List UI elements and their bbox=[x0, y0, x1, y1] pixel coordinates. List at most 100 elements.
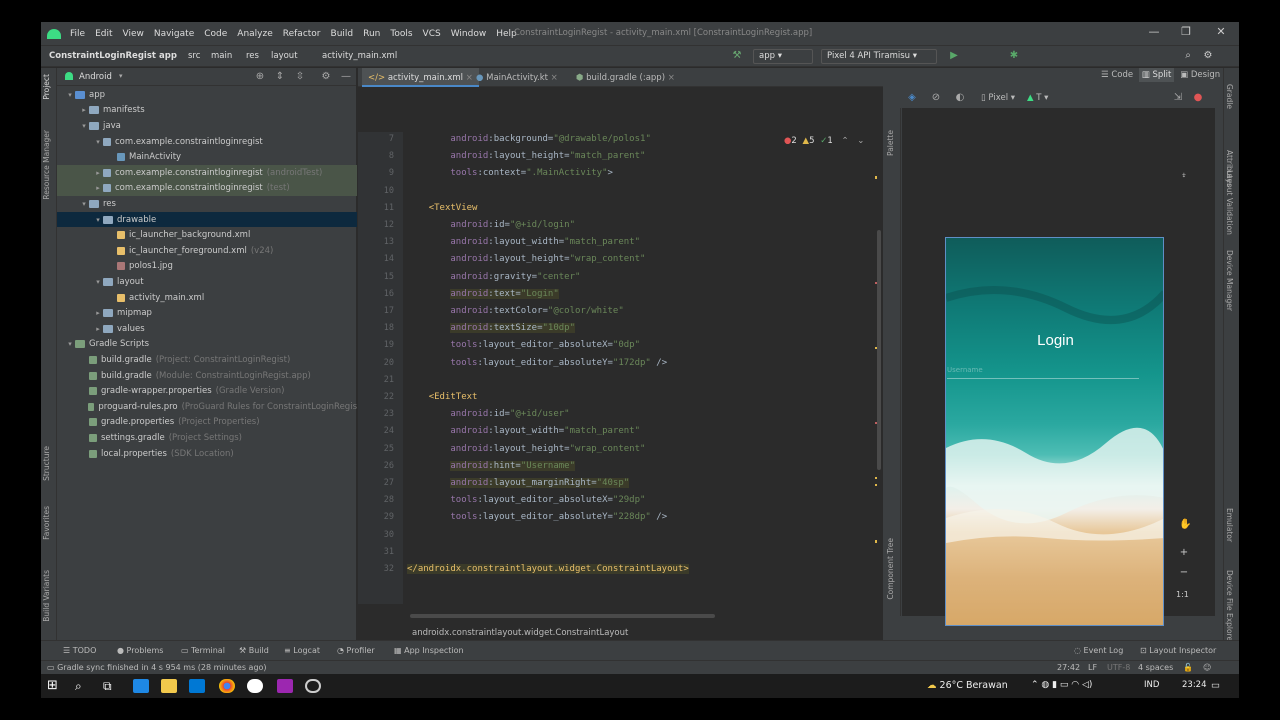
tab-build-gradle[interactable]: ⬢ build.gradle (:app) × bbox=[570, 68, 681, 87]
zoom-reset-label[interactable]: 1:1 bbox=[1176, 590, 1189, 599]
pan-hand-icon[interactable]: ✋ bbox=[1179, 520, 1191, 530]
code-line[interactable]: android:layout_height="wrap_content" bbox=[407, 444, 645, 454]
menu-window[interactable]: Window bbox=[446, 29, 492, 39]
language-indicator[interactable]: IND bbox=[1144, 680, 1159, 690]
android-studio-taskbar-icon[interactable] bbox=[305, 679, 321, 693]
device-selector[interactable]: ▯ Pixel ▾ bbox=[981, 93, 1015, 103]
zoom-out-icon[interactable]: − bbox=[1179, 568, 1189, 578]
breadcrumb-res[interactable]: res bbox=[246, 51, 259, 61]
build-variants-tool-tab[interactable]: Build Variants bbox=[42, 570, 51, 622]
collapse-all-icon[interactable]: ⇳ bbox=[295, 72, 305, 82]
line-separator[interactable]: LF bbox=[1088, 663, 1097, 672]
tree-item[interactable]: ▸ com.example.constraintloginregist (andro… bbox=[57, 165, 357, 181]
maximize-icon[interactable]: ❐ bbox=[1171, 25, 1201, 41]
code-line[interactable]: android:layout_height="match_parent" bbox=[407, 151, 645, 161]
event-log-tool[interactable]: ◌ Event Log bbox=[1074, 646, 1123, 655]
code-line[interactable]: <EditText bbox=[407, 392, 478, 402]
editor-scrollbar[interactable] bbox=[875, 132, 883, 604]
tab-close-icon[interactable]: × bbox=[551, 73, 558, 83]
code-area[interactable]: android:background="@drawable/polos1" an… bbox=[403, 132, 875, 604]
code-line[interactable]: tools:layout_editor_absoluteY="228dp" /> bbox=[407, 512, 667, 522]
breadcrumb-src[interactable]: src bbox=[188, 51, 200, 61]
lock-icon[interactable]: 🔓 bbox=[1183, 663, 1193, 672]
emulator-tool-tab[interactable]: Emulator bbox=[1225, 508, 1234, 542]
resource-manager-tool-tab[interactable]: Resource Manager bbox=[42, 130, 51, 200]
view-chevron-down-icon[interactable]: ▾ bbox=[119, 72, 123, 80]
code-line[interactable]: </androidx.constraintlayout.widget.Const… bbox=[407, 564, 689, 574]
tab-close-icon[interactable]: × bbox=[668, 73, 675, 83]
tree-item[interactable]: ▾ java bbox=[57, 118, 357, 134]
hammer-icon[interactable]: ⚒ bbox=[732, 51, 742, 61]
status-message[interactable]: ▭ Gradle sync finished in 4 s 954 ms (28… bbox=[47, 663, 267, 672]
collapsed-arrow-icon[interactable]: ▸ bbox=[93, 184, 103, 192]
collapsed-arrow-icon[interactable]: ▸ bbox=[79, 106, 89, 114]
tab-main-activity[interactable]: ● MainActivity.kt × bbox=[470, 68, 564, 87]
weather-widget[interactable]: ☁ 26°C Berawan bbox=[927, 680, 1008, 691]
code-line[interactable]: android:background="@drawable/polos1" bbox=[407, 134, 651, 144]
expanded-arrow-icon[interactable]: ▾ bbox=[79, 122, 89, 130]
tree-item[interactable]: build.gradle (Module: ConstraintLoginRegi… bbox=[57, 368, 357, 384]
code-line[interactable]: android:layout_width="match_parent" bbox=[407, 426, 640, 436]
device-manager-tool-tab[interactable]: Device Manager bbox=[1225, 250, 1234, 311]
code-line[interactable]: tools:layout_editor_absoluteX="29dp" bbox=[407, 495, 645, 505]
device-dropdown[interactable]: Pixel 4 API Tiramisu ▾ bbox=[821, 49, 937, 64]
menu-run[interactable]: Run bbox=[358, 29, 385, 39]
breadcrumb-layout[interactable]: layout bbox=[271, 51, 298, 61]
app-inspection-tool[interactable]: ▦ App Inspection bbox=[394, 646, 464, 655]
notification-icon[interactable]: ▭ bbox=[1211, 680, 1220, 691]
code-line[interactable]: android:layout_marginRight="40sp" bbox=[407, 478, 630, 488]
close-icon[interactable]: ✕ bbox=[1206, 25, 1236, 41]
code-line[interactable]: android:id="@+id/user" bbox=[407, 409, 569, 419]
hide-panel-icon[interactable]: — bbox=[341, 72, 351, 82]
caret-position[interactable]: 27:42 bbox=[1057, 663, 1080, 672]
tree-item[interactable]: proguard-rules.pro (ProGuard Rules for Co… bbox=[57, 399, 357, 415]
tree-item[interactable]: settings.gradle (Project Settings) bbox=[57, 430, 357, 446]
code-line[interactable]: android:layout_width="match_parent" bbox=[407, 237, 640, 247]
tree-item[interactable]: ▾ drawable bbox=[57, 211, 357, 228]
taskbar-search-icon[interactable]: ⌕ bbox=[75, 679, 91, 693]
collapsed-arrow-icon[interactable]: ▸ bbox=[93, 169, 103, 177]
menu-navigate[interactable]: Navigate bbox=[149, 29, 199, 39]
tree-item[interactable]: ▾ app bbox=[57, 87, 357, 103]
tree-item[interactable]: ▾ res bbox=[57, 196, 357, 212]
terminal-tool[interactable]: ▭ Terminal bbox=[181, 646, 225, 655]
select-pointer-icon[interactable]: ⍖ bbox=[1179, 171, 1189, 181]
menu-build[interactable]: Build bbox=[326, 29, 359, 39]
menu-refactor[interactable]: Refactor bbox=[278, 29, 326, 39]
tree-item[interactable]: gradle-wrapper.properties (Gradle Version… bbox=[57, 383, 357, 399]
structure-tool-tab[interactable]: Structure bbox=[42, 446, 51, 481]
component-tree-tab[interactable]: Component Tree bbox=[886, 538, 895, 600]
locate-icon[interactable]: ⊕ bbox=[255, 72, 265, 82]
layout-validation-tool-tab[interactable]: Layout Validation bbox=[1225, 170, 1234, 235]
menu-code[interactable]: Code bbox=[199, 29, 232, 39]
vscode-icon[interactable] bbox=[189, 679, 205, 693]
minimize-icon[interactable]: — bbox=[1139, 25, 1169, 41]
clock[interactable]: 23:24 bbox=[1182, 680, 1207, 690]
expanded-arrow-icon[interactable]: ▾ bbox=[93, 278, 103, 286]
design-mode-button[interactable]: ▣ Design bbox=[1177, 68, 1223, 82]
project-view-dropdown[interactable]: Android bbox=[79, 72, 112, 82]
tree-item[interactable]: gradle.properties (Project Properties) bbox=[57, 415, 357, 431]
expanded-arrow-icon[interactable]: ▾ bbox=[93, 138, 103, 146]
menu-file[interactable]: File bbox=[65, 29, 90, 39]
tree-item[interactable]: activity_main.xml bbox=[57, 290, 357, 306]
obs-icon[interactable] bbox=[247, 679, 263, 693]
project-tool-tab[interactable]: Project bbox=[42, 74, 51, 100]
breadcrumb-file[interactable]: activity_main.xml bbox=[322, 51, 397, 61]
code-line[interactable]: android:textSize="10dp" bbox=[407, 323, 575, 334]
blueprint-icon[interactable]: ⊘ bbox=[931, 93, 941, 103]
split-mode-button[interactable]: ▥ Split bbox=[1138, 68, 1175, 82]
profiler-tool[interactable]: ◔ Profiler bbox=[337, 646, 375, 655]
layers-icon[interactable]: ◈ bbox=[907, 93, 917, 103]
code-line[interactable]: android:textColor="@color/white" bbox=[407, 306, 623, 316]
expanded-arrow-icon[interactable]: ▾ bbox=[79, 200, 89, 208]
tree-item[interactable]: ▾ com.example.constraintloginregist bbox=[57, 134, 357, 150]
taskbar-app-blue-icon[interactable] bbox=[133, 679, 149, 693]
code-line[interactable]: tools:context=".MainActivity"> bbox=[407, 168, 613, 178]
palette-tab[interactable]: Palette bbox=[886, 130, 895, 156]
menu-tools[interactable]: Tools bbox=[385, 29, 417, 39]
theme-selector[interactable]: ▲ T ▾ bbox=[1027, 93, 1048, 103]
problems-tool[interactable]: ● Problems bbox=[117, 646, 163, 655]
code-line[interactable]: tools:layout_editor_absoluteY="172dp" /> bbox=[407, 358, 667, 368]
expanded-arrow-icon[interactable]: ▾ bbox=[93, 216, 103, 224]
